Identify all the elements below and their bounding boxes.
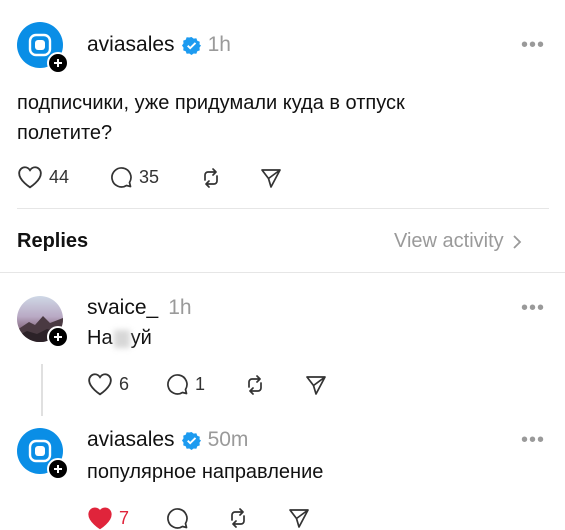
repost-icon [204, 168, 218, 188]
censored-blur [113, 329, 130, 348]
reply-time: 50m [207, 428, 249, 451]
share-button[interactable] [304, 373, 328, 397]
share-button[interactable] [259, 166, 283, 190]
follow-plus-icon[interactable] [47, 458, 69, 480]
chevron-right-icon [513, 234, 521, 249]
verified-icon [181, 36, 201, 55]
more-icon[interactable]: ••• [521, 34, 545, 57]
follow-plus-icon[interactable] [47, 52, 69, 74]
post-author-avatar-wrap[interactable] [17, 22, 73, 78]
repost-button[interactable] [199, 166, 223, 190]
repost-icon [248, 375, 262, 395]
reply-text-start: На [87, 327, 113, 349]
share-button[interactable] [287, 506, 311, 530]
heart-icon [18, 166, 42, 189]
more-icon[interactable]: ••• [521, 429, 545, 452]
reply-username[interactable]: svaice_ [87, 296, 158, 320]
reply-author-avatar-wrap[interactable] [17, 428, 73, 484]
post-time: 1h [207, 33, 231, 56]
divider [0, 272, 565, 273]
like-count: 7 [119, 507, 130, 528]
like-button[interactable]: 7 [87, 506, 129, 530]
view-activity-label: View activity [394, 230, 504, 252]
reply-username[interactable]: aviasales [87, 428, 175, 452]
share-icon [289, 509, 309, 528]
comment-count: 1 [195, 373, 206, 394]
post-text-line: полетите? [17, 122, 113, 144]
reply-text: На уй [87, 327, 152, 350]
comment-icon [111, 167, 132, 188]
verified-icon [181, 431, 201, 450]
heart-icon [88, 373, 112, 396]
like-count: 6 [119, 373, 130, 394]
repost-icon [231, 508, 245, 528]
reply-header: svaice_ 1h [87, 296, 192, 320]
repost-button[interactable] [226, 506, 250, 530]
comment-button[interactable]: 1 [165, 372, 205, 396]
more-icon[interactable]: ••• [521, 297, 545, 320]
post-text-line: подписчики, уже придумали куда в отпуск [17, 92, 405, 114]
comment-icon [167, 508, 188, 529]
post-header: aviasales 1h [87, 33, 231, 57]
comment-button[interactable] [165, 506, 189, 530]
comment-icon [167, 374, 188, 395]
view-activity-link[interactable]: View activity [394, 230, 522, 253]
comment-count: 35 [139, 166, 160, 187]
share-icon [261, 169, 281, 188]
reply-text: популярное направление [87, 461, 324, 483]
reply-author-avatar-wrap[interactable] [17, 296, 73, 352]
reply-text-end: уй [130, 327, 152, 349]
comment-button[interactable]: 35 [109, 165, 159, 189]
aviasales-logo-icon [28, 439, 52, 463]
like-button[interactable]: 44 [17, 165, 69, 189]
post-text: подписчики, уже придумали куда в отпуск … [17, 88, 547, 148]
share-icon [306, 376, 326, 395]
like-count: 44 [49, 166, 70, 187]
follow-plus-icon[interactable] [47, 326, 69, 348]
reply-header: aviasales 50m [87, 428, 248, 452]
reply-time: 1h [168, 296, 192, 319]
like-button[interactable]: 6 [87, 372, 129, 396]
post-username[interactable]: aviasales [87, 33, 175, 57]
aviasales-logo-icon [28, 33, 52, 57]
repost-button[interactable] [243, 373, 267, 397]
divider [17, 208, 549, 209]
replies-label: Replies [17, 230, 89, 252]
thread-line [41, 364, 43, 416]
heart-filled-icon [88, 507, 112, 530]
